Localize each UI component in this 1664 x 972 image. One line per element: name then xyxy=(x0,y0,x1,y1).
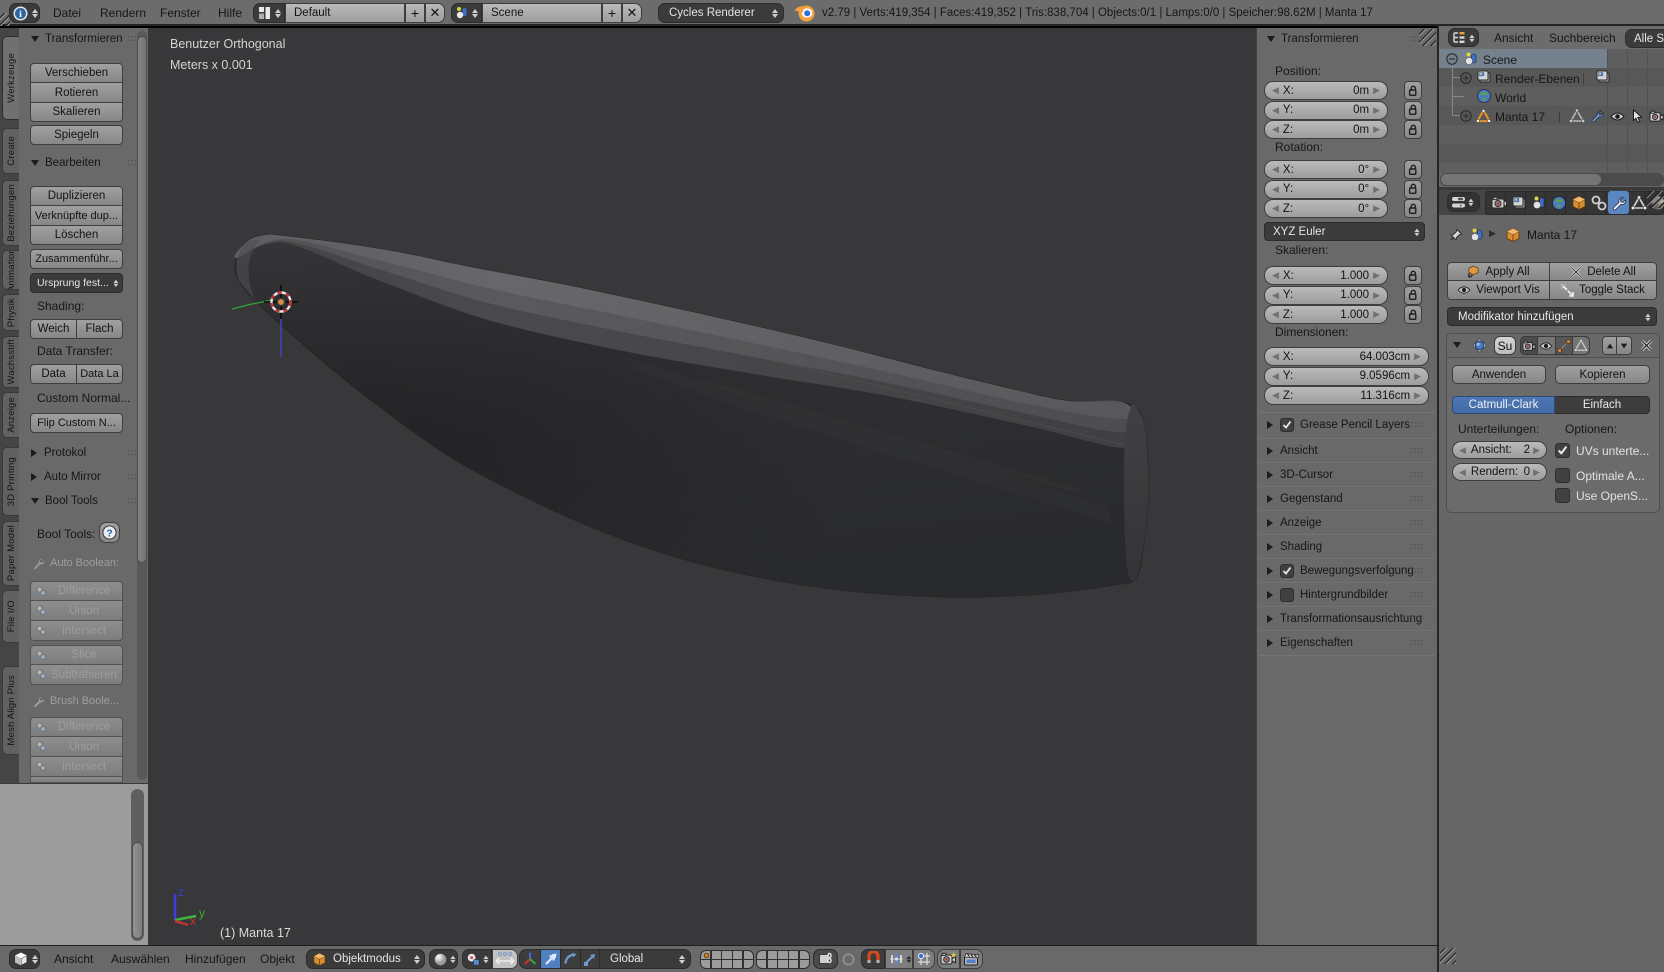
svg-text:x: x xyxy=(190,914,196,928)
svg-text:z: z xyxy=(178,885,184,899)
svg-text:Benutzer Orthogonal: Benutzer Orthogonal xyxy=(170,37,285,51)
svg-text:i: i xyxy=(19,8,22,19)
svg-text:?: ? xyxy=(106,528,112,539)
svg-text:y: y xyxy=(199,906,205,920)
svg-text:(1) Manta 17: (1) Manta 17 xyxy=(220,926,291,940)
svg-text:Meters x 0.001: Meters x 0.001 xyxy=(170,58,253,72)
